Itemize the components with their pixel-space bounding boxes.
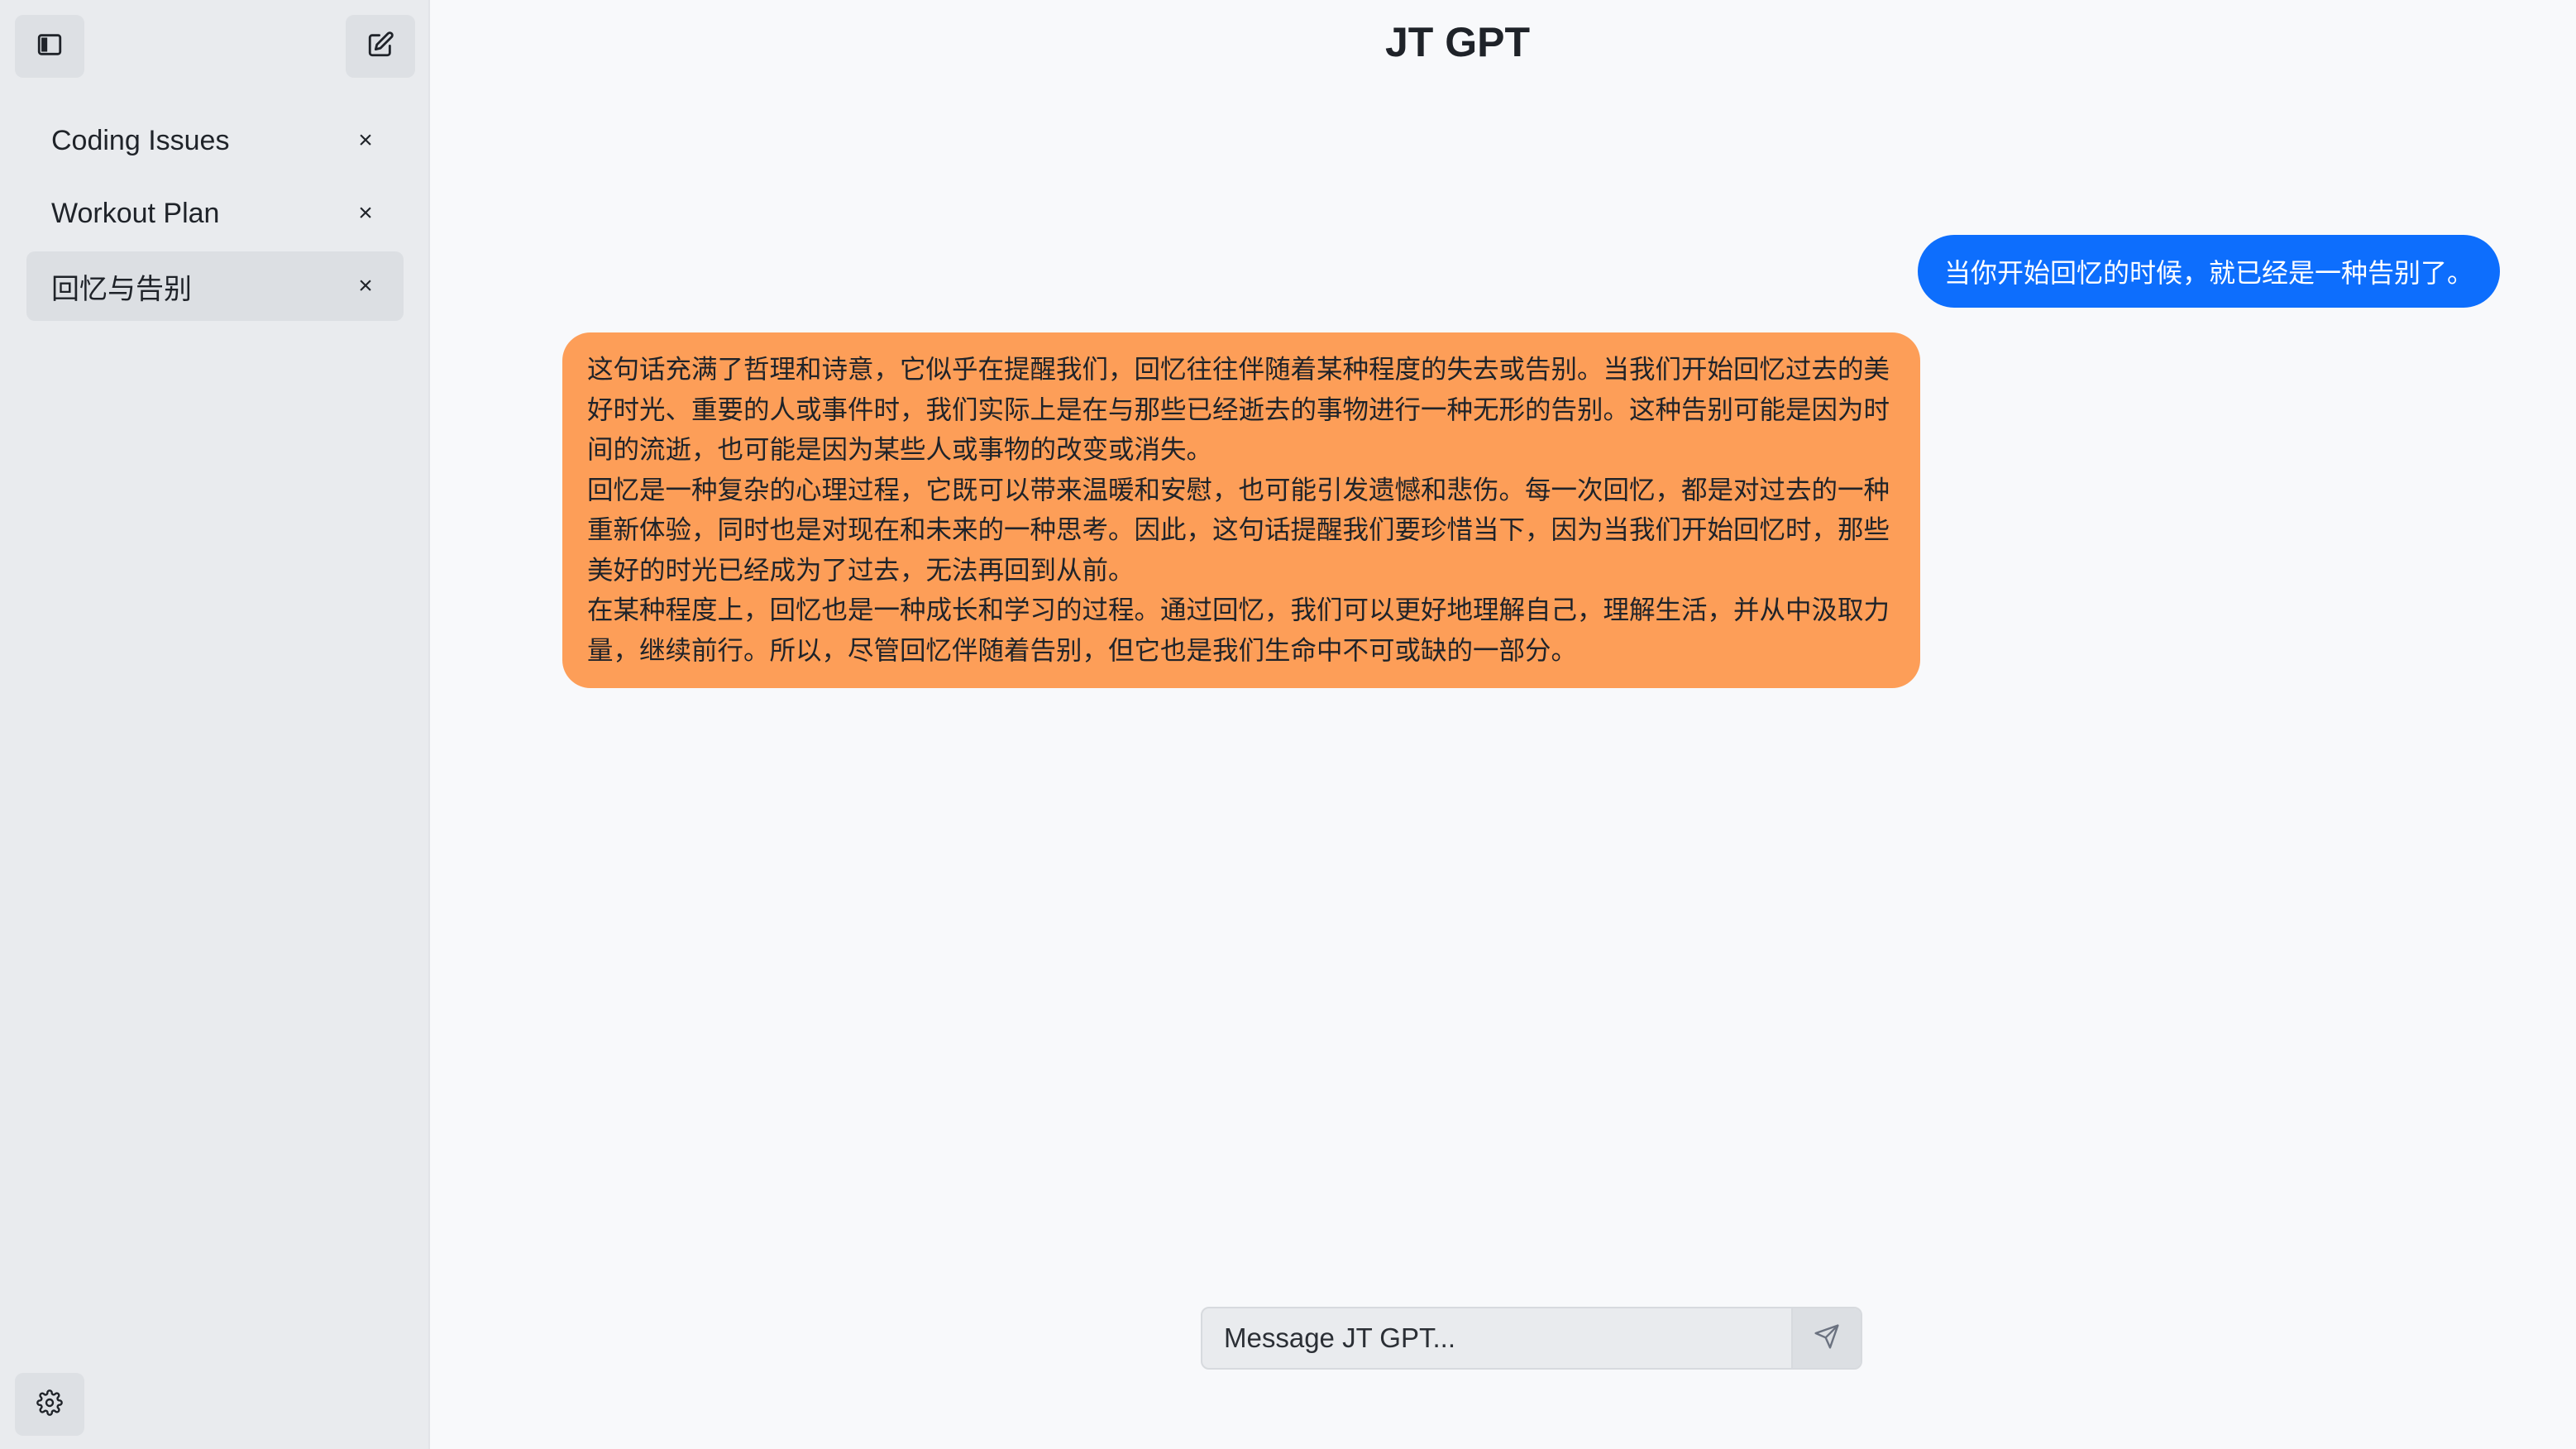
conversation-label: Coding Issues (51, 124, 230, 156)
close-icon[interactable]: × (351, 199, 380, 227)
conversation-item-workout-plan[interactable]: Workout Plan × (26, 179, 404, 248)
app-window: Coding Issues × Workout Plan × 回忆与告别 × J… (0, 0, 2576, 1449)
sidebar-toggle-button[interactable] (15, 15, 84, 78)
send-icon (1814, 1323, 1840, 1354)
settings-button[interactable] (15, 1373, 84, 1436)
message-input[interactable] (1202, 1308, 1791, 1368)
conversation-label: Workout Plan (51, 197, 220, 229)
sidebar-toggle-icon (36, 31, 64, 63)
user-message: 当你开始回忆的时候，就已经是一种告别了。 (1917, 235, 2500, 308)
assistant-paragraph: 这句话充满了哲理和诗意，它似乎在提醒我们，回忆往往伴随着某种程度的失去或告别。当… (587, 354, 1890, 464)
sidebar: Coding Issues × Workout Plan × 回忆与告别 × (0, 0, 430, 1449)
conversation-item-coding-issues[interactable]: Coding Issues × (26, 106, 404, 175)
conversation-label: 回忆与告别 (51, 273, 192, 305)
edit-icon (366, 31, 394, 63)
new-chat-button[interactable] (346, 15, 415, 78)
conversation-item-active[interactable]: 回忆与告别 × (26, 251, 404, 321)
message-composer (1201, 1307, 1862, 1370)
gear-icon (36, 1389, 63, 1420)
send-button[interactable] (1791, 1308, 1861, 1368)
close-icon[interactable]: × (351, 127, 380, 155)
assistant-paragraph: 回忆是一种复杂的心理过程，它既可以带来温暖和安慰，也可能引发遗憾和悲伤。每一次回… (587, 474, 1890, 585)
page-title: JT GPT (1384, 19, 1531, 65)
conversation-list: Coding Issues × Workout Plan × 回忆与告别 × (26, 106, 404, 324)
assistant-message: 这句话充满了哲理和诗意，它似乎在提醒我们，回忆往往伴随着某种程度的失去或告别。当… (562, 332, 1920, 688)
close-icon[interactable]: × (351, 272, 380, 300)
assistant-paragraph: 在某种程度上，回忆也是一种成长和学习的过程。通过回忆，我们可以更好地理解自己，理… (587, 595, 1890, 665)
